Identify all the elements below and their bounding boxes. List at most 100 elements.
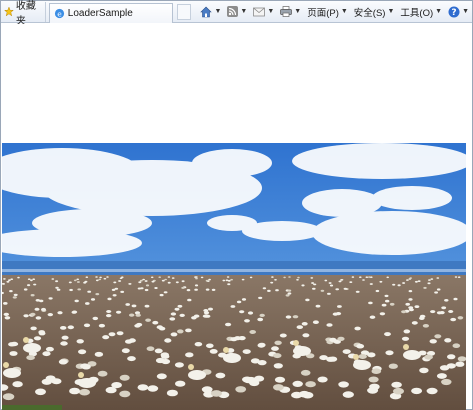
gannet-bird xyxy=(92,316,99,321)
gannet-bird xyxy=(408,290,413,293)
gannet-bird xyxy=(12,296,17,299)
tab-loadersample[interactable]: e LoaderSample xyxy=(48,2,174,23)
mail-button[interactable]: ▼ xyxy=(250,3,277,21)
page-content xyxy=(2,24,472,410)
gannet-bird xyxy=(270,281,274,284)
gannet-bird xyxy=(342,349,351,354)
gannet-bird xyxy=(69,387,81,395)
gannet-bird xyxy=(335,288,340,291)
gannet-bird xyxy=(135,313,141,317)
gannet-bird xyxy=(332,312,339,316)
gannet-bird xyxy=(249,379,260,387)
gannet-bird xyxy=(102,335,110,340)
gannet-bird xyxy=(305,298,310,302)
print-button[interactable]: ▼ xyxy=(277,3,304,21)
home-button[interactable]: ▼ xyxy=(197,3,224,21)
gannet-bird xyxy=(164,338,172,343)
gannet-bird xyxy=(349,281,353,283)
help-button[interactable]: ? ▼ xyxy=(445,3,472,21)
svg-text:?: ? xyxy=(451,8,456,18)
gannet-bird xyxy=(368,376,379,383)
gannet-bird xyxy=(370,276,373,278)
gannet-bird xyxy=(10,278,14,280)
gannet-bird xyxy=(403,329,411,334)
gannet-bird xyxy=(368,301,373,305)
gannet-bird xyxy=(164,278,168,281)
gannet-bird xyxy=(186,289,191,292)
gannet-bird xyxy=(106,310,112,313)
mail-icon xyxy=(253,7,266,16)
chevron-down-icon: ▼ xyxy=(340,8,348,15)
gannet-bird xyxy=(249,330,256,334)
gannet-bird xyxy=(194,284,199,287)
gannet-bird xyxy=(23,314,29,318)
gannet-bird xyxy=(434,291,438,294)
command-bar: 收藏夹 e LoaderSample ▼ ▼ ▼ ▼ 页面(P) ▼ 安全(S)… xyxy=(1,1,472,27)
gannet-bird xyxy=(430,310,436,314)
gannet-bird xyxy=(326,323,333,327)
gannet-bird xyxy=(388,363,398,369)
gannet-bird xyxy=(154,348,163,354)
gannet-bird xyxy=(95,279,99,282)
feeds-button[interactable]: ▼ xyxy=(224,3,250,21)
gannet-bird xyxy=(444,338,452,343)
gannet-bird xyxy=(17,276,20,279)
safety-menu[interactable]: 安全(S) ▼ xyxy=(351,3,398,21)
gannet-bird xyxy=(58,359,68,365)
gannet-bird xyxy=(292,380,303,387)
gannet-bird xyxy=(408,298,413,301)
gannet-bird xyxy=(10,341,19,347)
gannet-bird xyxy=(121,276,124,278)
gannet-bird xyxy=(271,276,274,278)
gannet-bird xyxy=(414,280,418,283)
gannet-bird xyxy=(60,326,67,330)
gannet-bird xyxy=(204,314,211,318)
gannet-bird xyxy=(302,333,310,338)
gannet-bird xyxy=(8,279,11,282)
gannet-bird xyxy=(128,283,132,285)
gannet-bird xyxy=(166,389,178,397)
gannet-head xyxy=(293,340,299,346)
gannet-bird xyxy=(367,352,376,358)
gannet-bird xyxy=(215,372,226,379)
gannet-bird xyxy=(367,387,379,394)
gannet-bird xyxy=(144,304,150,308)
gannet-bird xyxy=(33,283,37,286)
gannet-bird xyxy=(125,339,133,344)
gannet-bird xyxy=(411,387,423,395)
gannet-bird xyxy=(30,312,36,316)
gannet-bird xyxy=(90,298,96,301)
gannet-bird xyxy=(201,386,213,393)
gannet-bird xyxy=(441,306,447,310)
gannet-bird xyxy=(83,323,91,328)
gannet-bird xyxy=(305,381,316,388)
gannet-bird xyxy=(127,356,136,362)
gannet-bird xyxy=(167,276,171,278)
gannet-bird xyxy=(114,287,119,290)
gannet-bird xyxy=(206,343,214,349)
gannet-bird xyxy=(385,350,394,356)
gannet-bird xyxy=(111,382,122,389)
gannet-bird xyxy=(150,276,154,279)
gannet-bird xyxy=(147,385,159,392)
gannet-bird xyxy=(27,284,31,287)
gannet-bird xyxy=(179,313,185,317)
gannet-bird xyxy=(118,280,122,282)
gannet-bird xyxy=(85,276,89,278)
new-tab-button[interactable] xyxy=(177,3,192,20)
gannet-bird xyxy=(56,288,61,291)
gannet-bird xyxy=(97,370,108,377)
gannet-bird xyxy=(211,288,216,291)
favorites-button[interactable]: 收藏夹 xyxy=(1,1,46,27)
page-menu[interactable]: 页面(P) ▼ xyxy=(304,3,351,21)
gannet-bird xyxy=(161,358,171,365)
gannet-bird xyxy=(319,355,328,361)
gannet-bird xyxy=(337,305,342,308)
gannet-bird xyxy=(112,294,117,297)
gannet-bird xyxy=(47,313,53,317)
gannet-bird xyxy=(296,279,299,281)
gannet-bird xyxy=(144,280,148,282)
tools-menu[interactable]: 工具(O) ▼ xyxy=(397,3,445,21)
gannet-bird xyxy=(452,343,461,348)
gannet-bird xyxy=(417,280,421,282)
